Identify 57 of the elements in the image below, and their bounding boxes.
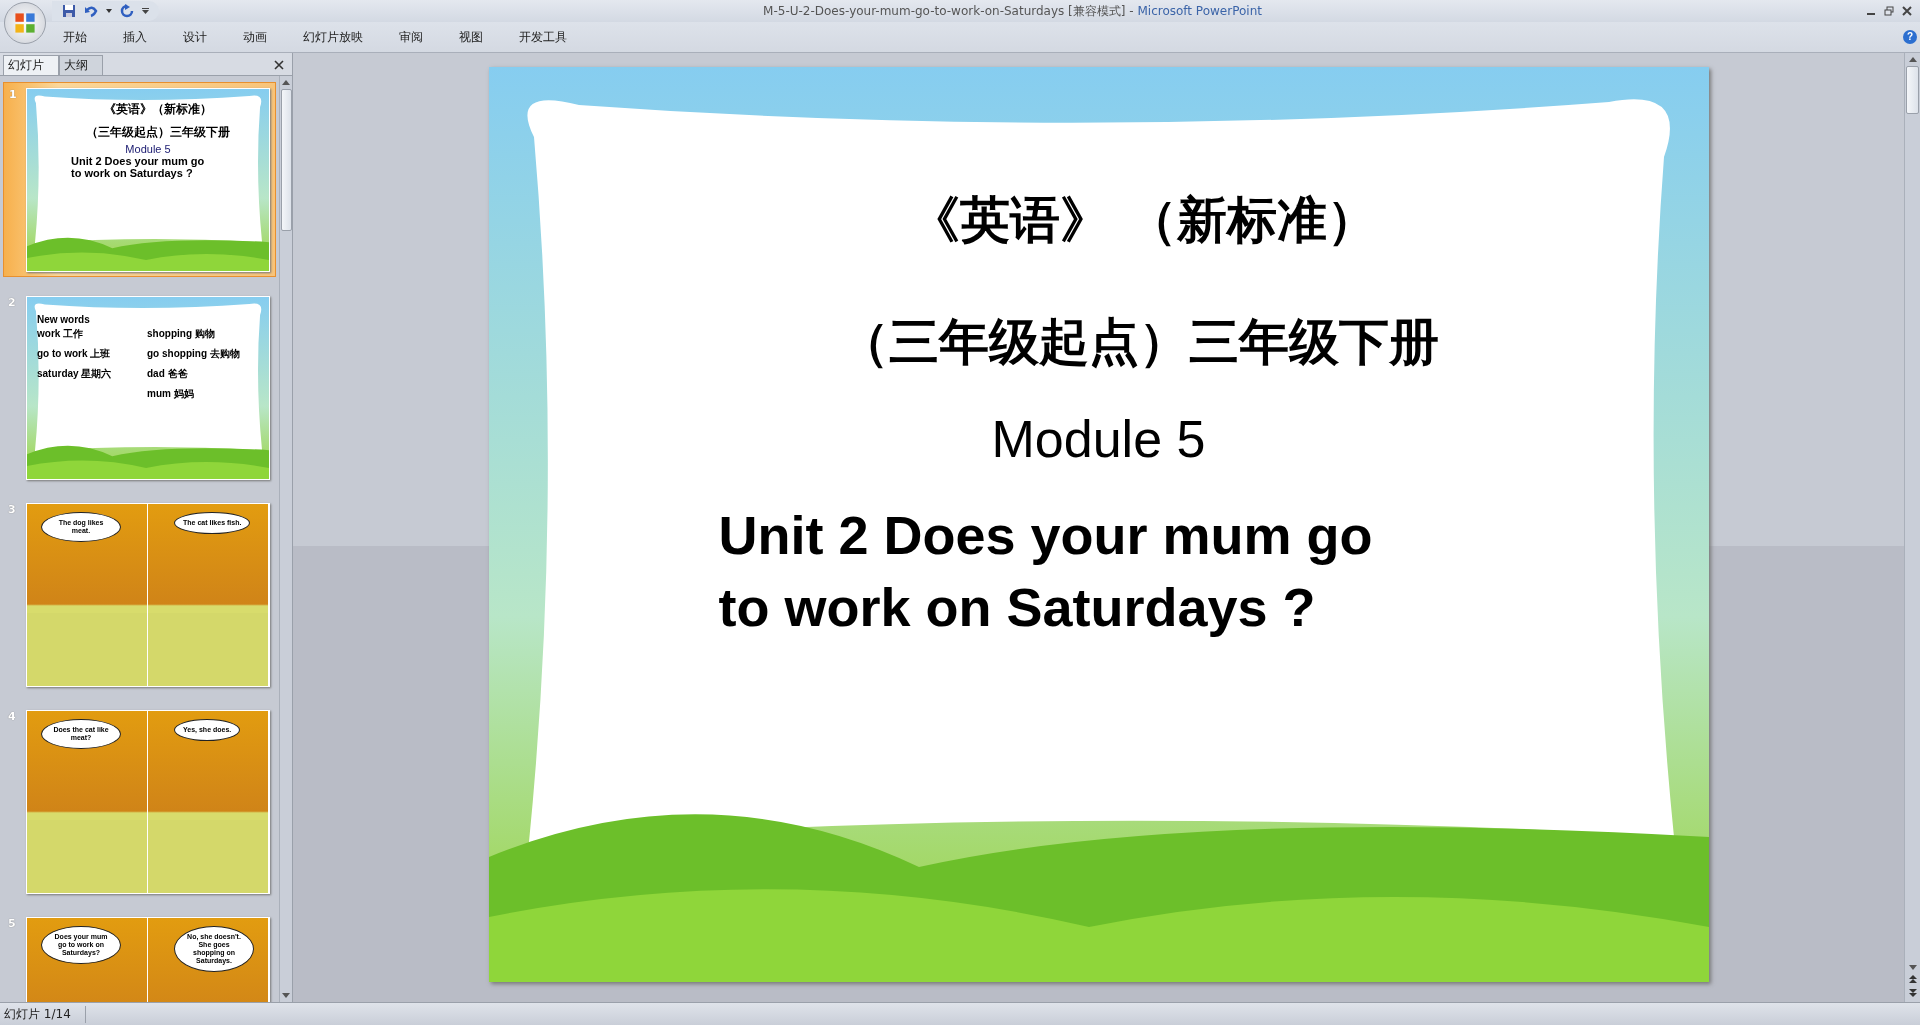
save-icon[interactable] [62, 4, 76, 18]
vocabulary-word: dad 爸爸 [147, 367, 189, 381]
slide-thumbnail-item[interactable]: 1 《英语》（新标准） （三年级起点）三年级下册 Module 5 Unit 2 Does your mum go to work on Saturdays ? [3, 82, 276, 277]
panel-tab[interactable]: 幻灯片 [3, 55, 59, 75]
close-icon[interactable] [274, 60, 284, 70]
scroll-up-icon[interactable] [1908, 57, 1917, 62]
unit-title: Unit 2 Does your mum go [718, 504, 1374, 567]
slide-title: 《英语》（新标准） [103, 101, 213, 118]
slide-title: 《英语》 （新标准） [908, 189, 1379, 251]
slide-thumbnail[interactable]: 《英语》（新标准） （三年级起点）三年级下册 Module 5 Unit 2 Does your mum go to work on Saturdays ? [26, 88, 270, 272]
vocabulary-word: shopping 购物 [147, 327, 216, 341]
help-button[interactable]: ? [1903, 30, 1917, 44]
scroll-down-icon[interactable] [282, 993, 290, 998]
caret-icon[interactable] [106, 9, 112, 13]
ribbon-tab[interactable]: 幻灯片放映 [285, 28, 381, 46]
ribbon-tab[interactable]: 设计 [165, 28, 225, 46]
office-logo-icon[interactable] [4, 2, 46, 44]
restore-icon[interactable] [1884, 6, 1894, 16]
module-label: Module 5 [124, 143, 172, 155]
window-title: M-5-U-2-Does-your-mum-go-to-work-on-Saturdays [兼容模式] - Microsoft PowerPoint [762, 2, 1263, 20]
status-text: 幻灯片 1/14 [0, 1005, 86, 1023]
scroll-down-icon[interactable] [1908, 965, 1917, 970]
vocabulary-word: go shopping 去购物 [147, 347, 241, 361]
panel-tab[interactable]: 大纲 [59, 55, 103, 75]
slide-thumbnail-item[interactable]: 2 New words work 工作 go to work 上班 saturday 星期六 shopping 购物 go shopping 去购物 dad 爸爸 mum 妈妈 [3, 291, 276, 484]
redo-icon[interactable] [120, 4, 134, 18]
slide-heading: New words [37, 314, 91, 325]
slide-number: 3 [8, 503, 17, 516]
slide-number: 5 [8, 917, 17, 930]
vocabulary-word: go to work 上班 [37, 347, 112, 361]
unit-title: to work on Saturdays ? [70, 167, 194, 179]
next-slide-icon[interactable] [1908, 988, 1917, 998]
slide-subtitle: （三年级起点）三年级下册 [837, 311, 1440, 373]
vocabulary-word: mum 妈妈 [147, 387, 195, 401]
unit-title: Unit 2 Does your mum go [70, 155, 206, 167]
slide-subtitle: （三年级起点）三年级下册 [85, 124, 231, 141]
unit-title: to work on Saturdays ? [718, 576, 1317, 639]
close-icon[interactable] [1902, 6, 1912, 16]
customize-caret-icon[interactable] [142, 8, 149, 14]
module-label: Module 5 [990, 409, 1207, 469]
undo-icon[interactable] [84, 4, 98, 18]
ribbon-tab[interactable]: 审阅 [381, 28, 441, 46]
ribbon-tab[interactable]: 视图 [441, 28, 501, 46]
scrollbar-thumb[interactable] [1906, 66, 1919, 114]
scrollbar-thumb[interactable] [280, 89, 292, 231]
ribbon-tab[interactable]: 开始 [45, 28, 105, 46]
vocabulary-word: work 工作 [37, 327, 85, 341]
slide-number: 4 [8, 710, 17, 723]
ribbon-tab[interactable]: 插入 [105, 28, 165, 46]
previous-slide-icon[interactable] [1908, 974, 1917, 984]
ribbon-tab[interactable]: 开发工具 [501, 28, 585, 46]
vocabulary-word: saturday 星期六 [37, 367, 113, 381]
ribbon-tab[interactable]: 动画 [225, 28, 285, 46]
slide-thumbnail[interactable]: New words work 工作 go to work 上班 saturday 星期六 shopping 购物 go shopping 去购物 dad 爸爸 mum 妈妈 [26, 296, 270, 480]
scroll-up-icon[interactable] [282, 80, 290, 85]
slide-number: 2 [8, 296, 17, 309]
slide-number: 1 [9, 88, 18, 101]
